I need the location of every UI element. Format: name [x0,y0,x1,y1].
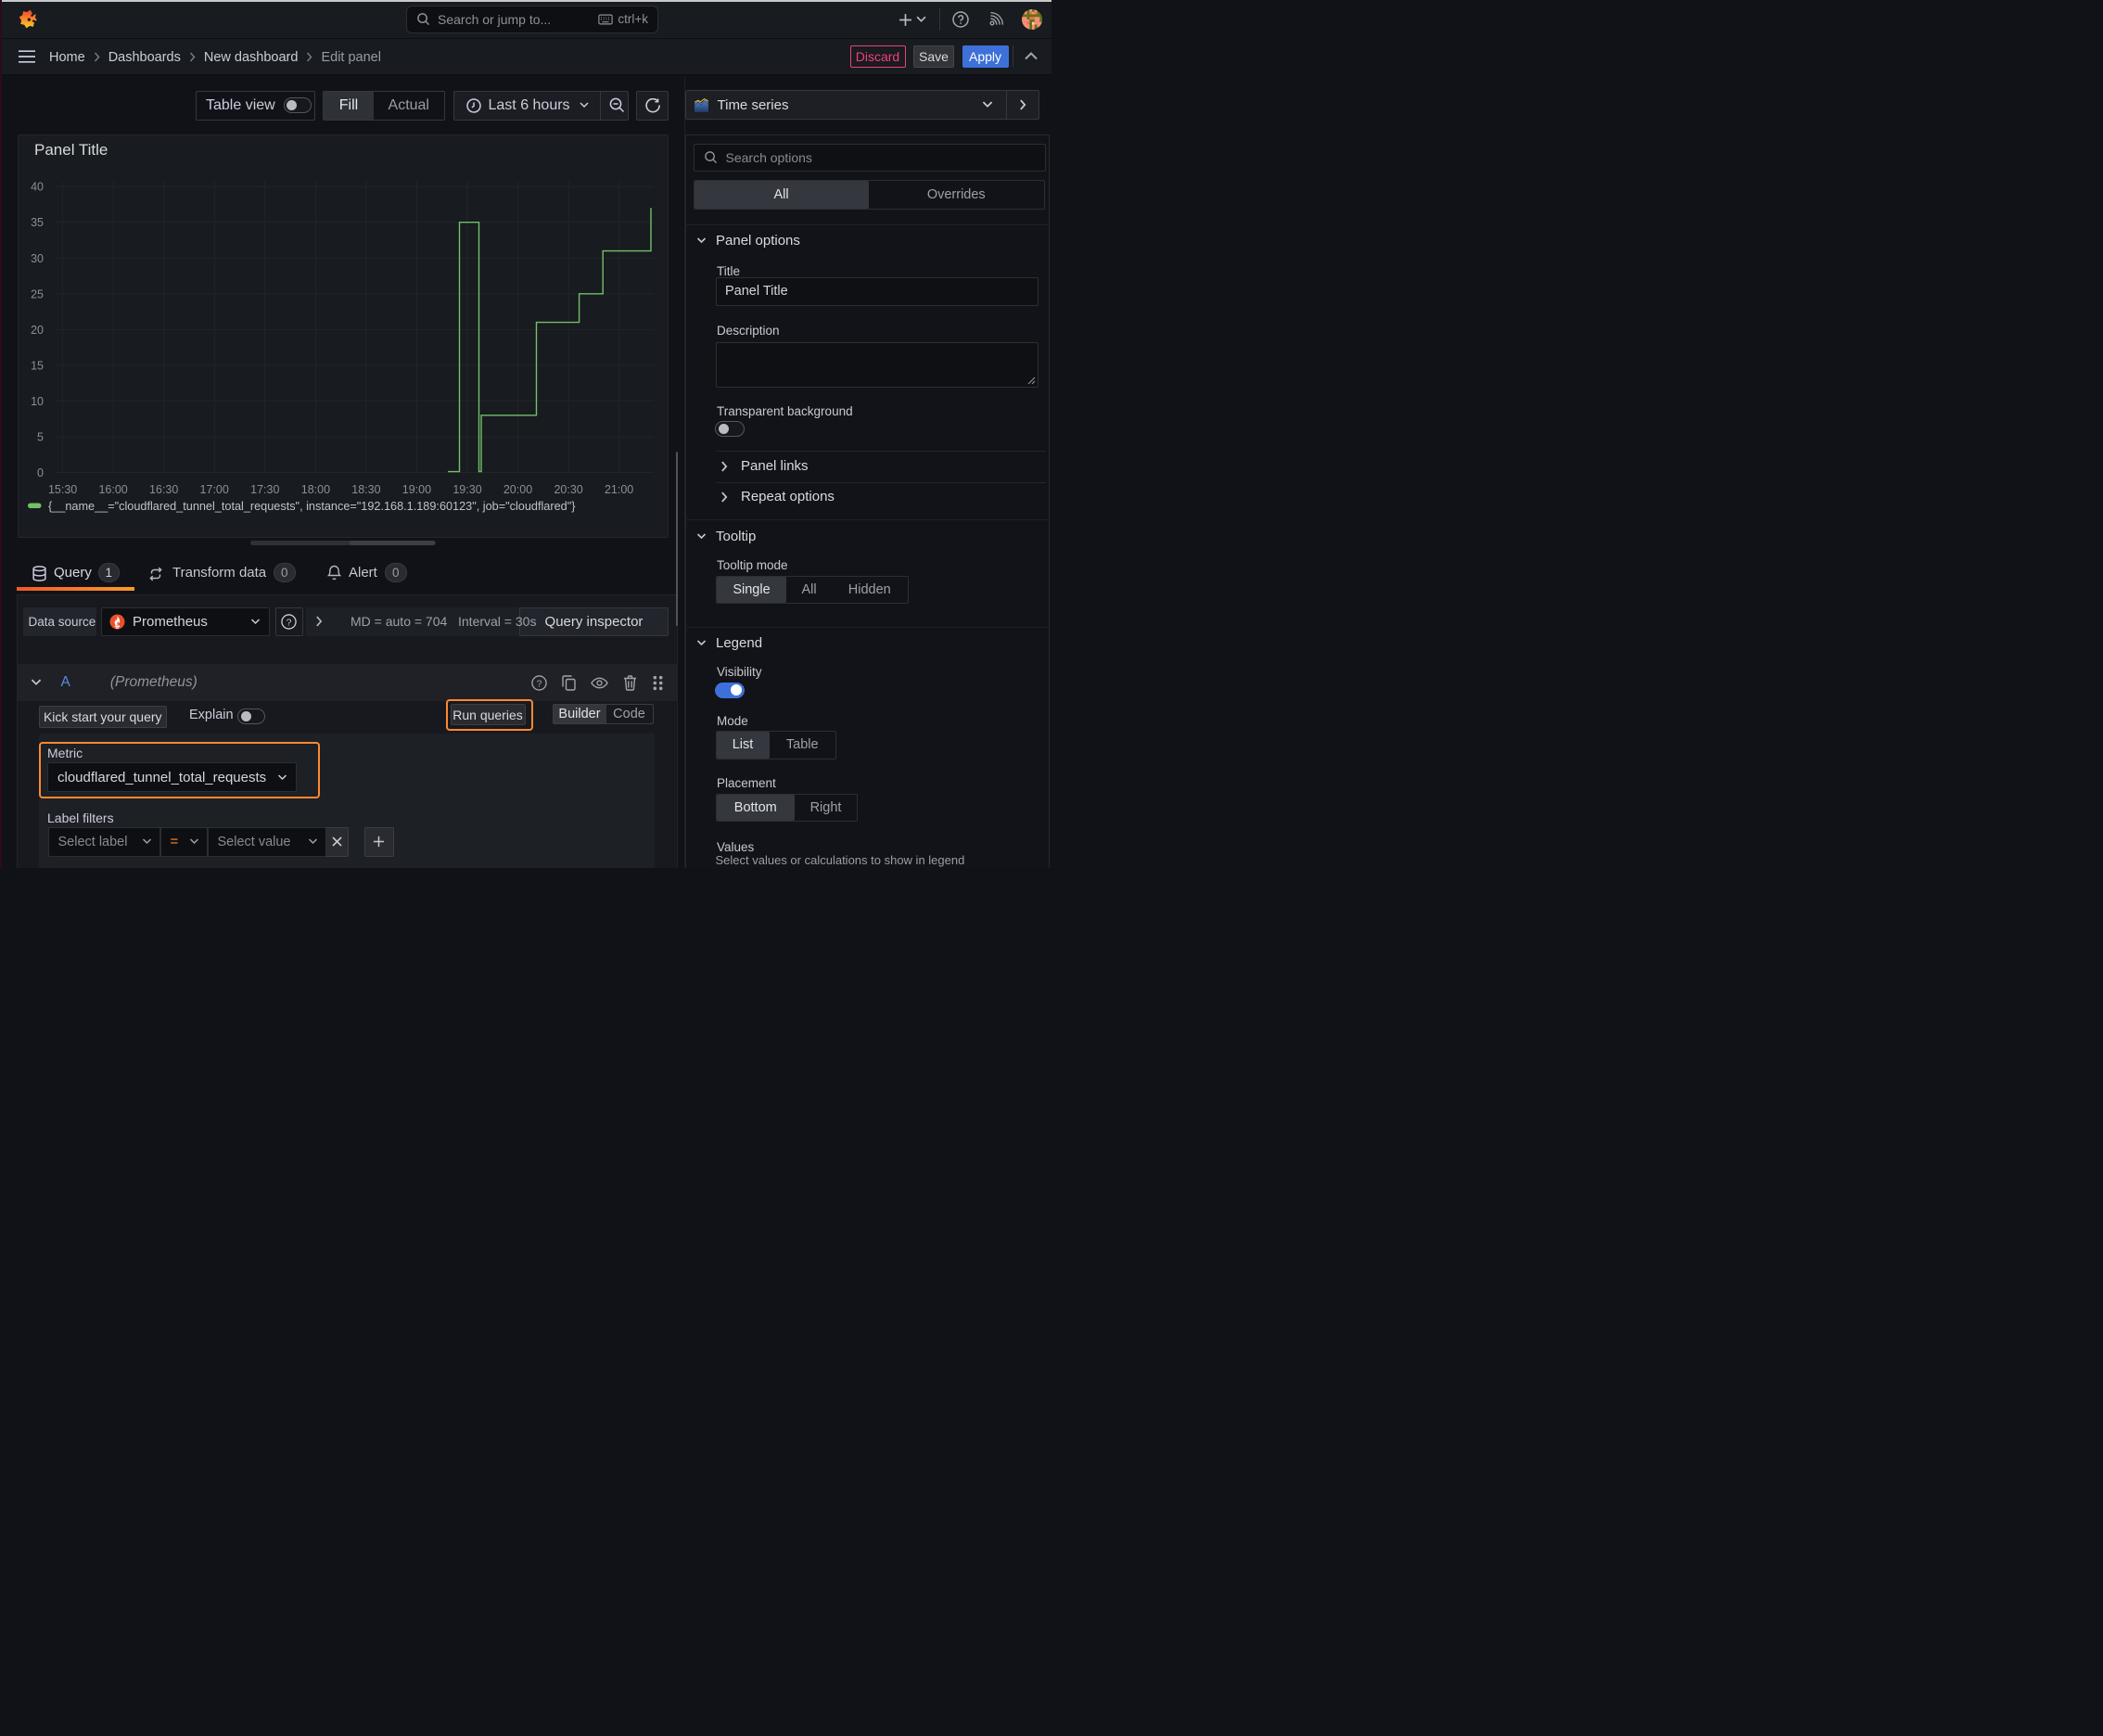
svg-text:20: 20 [31,324,44,337]
svg-text:35: 35 [31,216,44,229]
svg-text:?: ? [287,618,292,628]
svg-text:0: 0 [37,466,44,479]
svg-text:17:30: 17:30 [250,483,279,496]
svg-text:15: 15 [31,359,44,372]
svg-text:16:30: 16:30 [149,483,178,496]
svg-text:5: 5 [37,431,44,444]
svg-text:15:30: 15:30 [48,483,77,496]
svg-text:30: 30 [31,252,44,265]
svg-text:20:00: 20:00 [503,483,532,496]
svg-text:10: 10 [31,395,44,408]
svg-text:16:00: 16:00 [98,483,127,496]
svg-text:19:00: 19:00 [402,483,431,496]
svg-text:40: 40 [31,181,44,194]
svg-text:{__name__="cloudflared_tunnel_: {__name__="cloudflared_tunnel_total_requ… [48,500,576,513]
svg-text:?: ? [536,679,542,689]
svg-text:18:30: 18:30 [351,483,380,496]
svg-text:17:00: 17:00 [200,483,229,496]
svg-text:21:00: 21:00 [605,483,633,496]
svg-text:25: 25 [31,287,44,300]
svg-text:18:00: 18:00 [301,483,330,496]
svg-text:19:30: 19:30 [452,483,481,496]
svg-text:20:30: 20:30 [554,483,582,496]
